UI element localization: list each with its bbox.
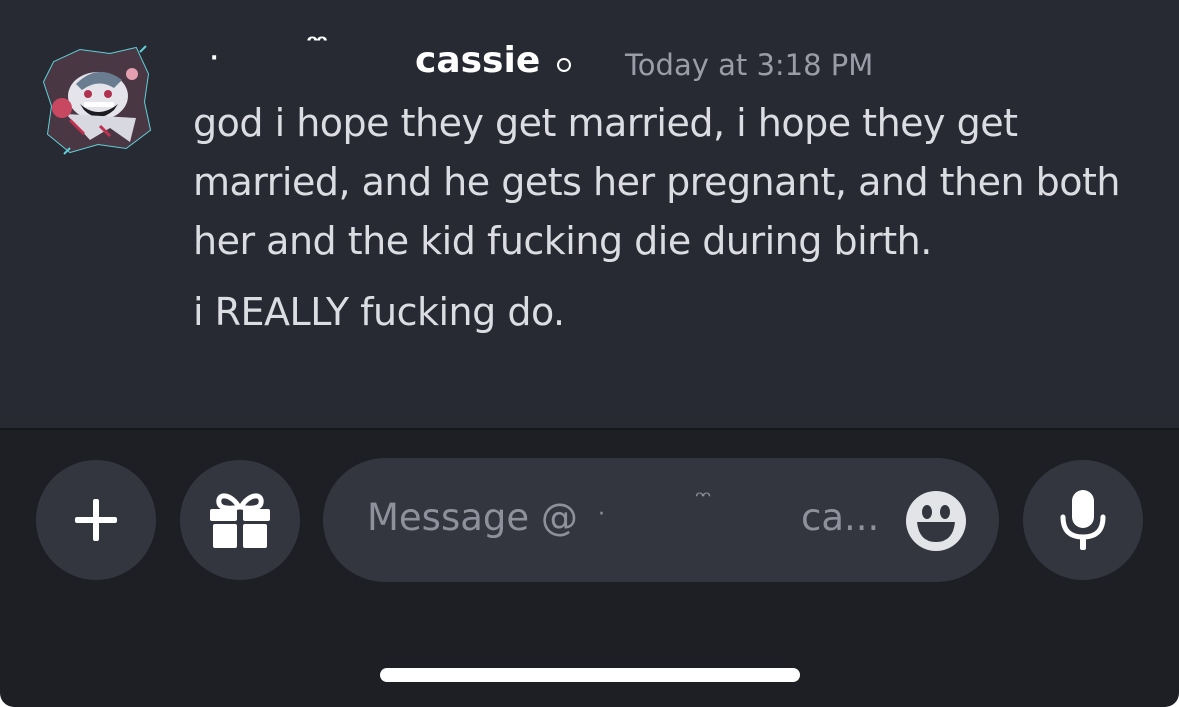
placeholder-decoration: · (598, 502, 605, 527)
message-input[interactable]: Message @ · ᵔᵔ ca... (323, 458, 999, 582)
message-composer: Message @ · ᵔᵔ ca... (0, 430, 1179, 610)
placeholder-recipient-name: ca... (801, 496, 880, 539)
placeholder-decoration: ᵔᵔ (695, 486, 712, 514)
avatar[interactable] (40, 44, 152, 156)
gift-icon (210, 493, 270, 548)
plus-icon (75, 499, 117, 541)
name-decoration: · (210, 46, 219, 71)
home-indicator[interactable] (380, 668, 800, 682)
voice-message-button[interactable] (1023, 460, 1143, 580)
author-name[interactable]: cassie (415, 40, 540, 81)
name-decoration-ring (557, 58, 571, 72)
message-header: · ᵔᵔ cassie Today at 3:18 PM (193, 30, 1093, 88)
name-decoration: ᵔᵔ (306, 30, 328, 60)
message-content[interactable]: god i hope they get married, i hope they… (193, 94, 1153, 342)
message-line: god i hope they get married, i hope they… (193, 101, 1018, 145)
gift-nitro-button[interactable] (180, 460, 300, 580)
message-line: i REALLY fucking do. (193, 290, 565, 334)
message-timestamp: Today at 3:18 PM (625, 48, 874, 82)
message-input-placeholder: Message @ (367, 496, 578, 539)
microphone-icon (1060, 490, 1106, 550)
message-line: her and the kid fucking die during birth… (193, 219, 932, 263)
message-list: · ᵔᵔ cassie Today at 3:18 PM god i hope … (0, 0, 1179, 430)
avatar-icon (42, 45, 152, 155)
emoji-picker-button[interactable] (905, 490, 967, 552)
dm-screen: · ᵔᵔ cassie Today at 3:18 PM god i hope … (0, 0, 1179, 707)
smile-emoji-icon (906, 491, 966, 551)
message-line: married, and he gets her pregnant, and t… (193, 160, 1121, 204)
add-attachment-button[interactable] (36, 460, 156, 580)
